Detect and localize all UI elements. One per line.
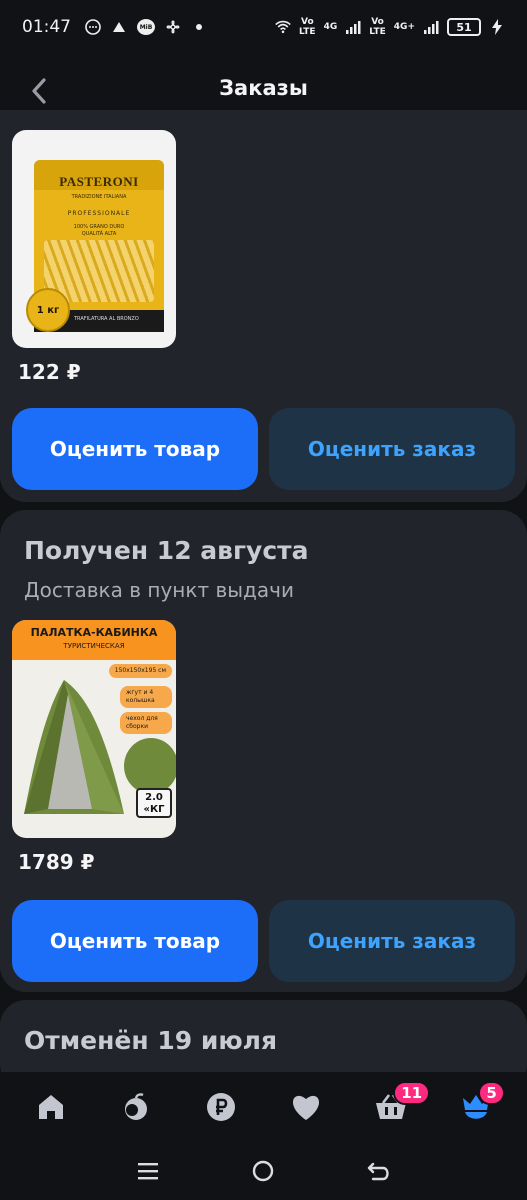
back-arrow-icon	[367, 1162, 389, 1181]
wifi-icon	[275, 19, 291, 35]
chat-icon	[85, 19, 101, 35]
product-image-tent[interactable]: ПАЛАТКА-КАБИНКА ТУРИСТИЧЕСКАЯ 150x150x19…	[12, 620, 176, 838]
tent-subtitle: ТУРИСТИЧЕСКАЯ	[63, 642, 125, 650]
back-system-button[interactable]	[359, 1151, 399, 1191]
nav-cart[interactable]: 11	[363, 1079, 431, 1135]
battery-indicator: 51	[447, 18, 481, 36]
order-status: Получен 12 августа	[24, 536, 309, 565]
order-card: PASTERONI TRADIZIONE ITALIANA PROFESSION…	[0, 110, 527, 502]
tent-cover-chip: чехол для сборки	[120, 712, 172, 734]
profile-badge: 5	[478, 1081, 505, 1105]
recent-apps-button[interactable]	[128, 1151, 168, 1191]
product-price: 1789 ₽	[18, 850, 95, 874]
cart-badge: 11	[393, 1081, 431, 1105]
home-icon	[38, 1095, 63, 1119]
network-gen-1: 4G	[323, 22, 338, 32]
weight-badge: 1 кг	[26, 288, 70, 332]
menu-icon	[137, 1163, 158, 1180]
tent-title: ПАЛАТКА-КАБИНКА	[30, 626, 158, 639]
tent-banner: ПАЛАТКА-КАБИНКА ТУРИСТИЧЕСКАЯ	[12, 620, 176, 660]
pasta-line: PROFESSIONALE	[67, 210, 131, 217]
status-bar: 01:47 MiB Vo LTE 4G Vo LTE 4G+ 51	[0, 0, 527, 54]
fan-icon	[165, 19, 181, 35]
bottom-navigation: 11 5	[0, 1072, 527, 1142]
ruble-icon	[206, 1093, 235, 1121]
tent-illustration	[24, 680, 124, 814]
order-status: Отменён 19 июля	[24, 1026, 278, 1055]
nav-catalog[interactable]	[108, 1079, 164, 1135]
rate-order-button[interactable]: Оценить заказ	[269, 900, 515, 982]
nav-favorites[interactable]	[278, 1079, 334, 1135]
status-right: Vo LTE 4G Vo LTE 4G+ 51	[275, 17, 505, 37]
order-card: Получен 12 августа Доставка в пункт выда…	[0, 510, 527, 992]
volte-1: Vo LTE	[299, 17, 316, 37]
status-time: 01:47	[22, 17, 71, 37]
circle-icon	[253, 1160, 274, 1182]
rate-order-button[interactable]: Оценить заказ	[269, 408, 515, 490]
mib-badge-icon: MiB	[137, 19, 155, 35]
volte-2: Vo LTE	[369, 17, 386, 37]
nav-payments[interactable]	[193, 1079, 249, 1135]
pasta-brand: PASTERONI	[59, 174, 139, 189]
nav-home[interactable]	[23, 1079, 79, 1135]
charging-icon	[489, 19, 505, 35]
pasta-band-text: TRAFILATURA AL BRONZO	[74, 316, 139, 322]
pasta-tagline: TRADIZIONE ITALIANA	[71, 194, 127, 200]
home-button[interactable]	[243, 1151, 283, 1191]
signal-icon-1	[345, 19, 361, 35]
signal-icon-2	[423, 19, 439, 35]
product-image-pasta[interactable]: PASTERONI TRADIZIONE ITALIANA PROFESSION…	[12, 130, 176, 348]
rate-product-button[interactable]: Оценить товар	[12, 408, 258, 490]
product-price: 122 ₽	[18, 360, 81, 384]
tent-weight-badge: 2.0 «КГ	[136, 788, 172, 818]
rate-product-button[interactable]: Оценить товар	[12, 900, 258, 982]
catalog-icon	[124, 1093, 147, 1120]
system-navigation	[0, 1142, 527, 1200]
dot-icon	[191, 19, 207, 35]
tent-bag	[124, 738, 176, 794]
pasta-grain-info: 100% GRANO DURO QUALITÀ ALTA	[73, 224, 125, 237]
nav-profile[interactable]: 5	[448, 1079, 505, 1135]
tent-pegs-chip: жгут и 4 колышка	[120, 686, 172, 708]
heart-icon	[293, 1095, 320, 1120]
tent-size-chip: 150x150x195 см	[108, 664, 172, 678]
network-gen-2: 4G+	[393, 22, 415, 32]
notification-icons: MiB	[85, 19, 207, 35]
delivery-type: Доставка в пункт выдачи	[24, 578, 294, 602]
app-notification-icon	[111, 19, 127, 35]
page-title: Заказы	[219, 76, 308, 100]
